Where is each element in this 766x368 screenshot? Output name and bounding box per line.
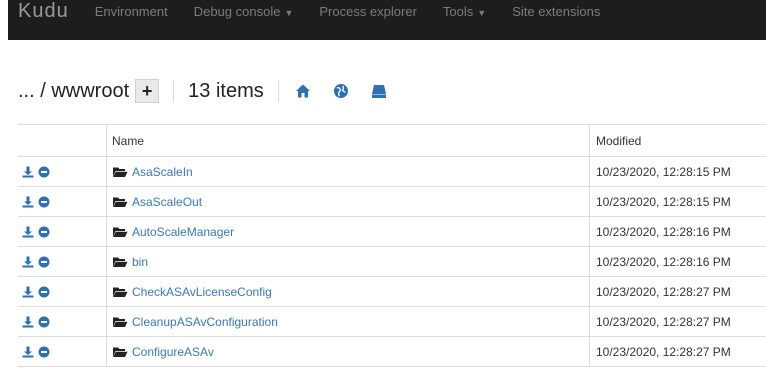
folder-link[interactable]: AutoScaleManager (132, 225, 234, 239)
folder-link[interactable]: AsaScaleIn (132, 165, 193, 179)
modified-cell: 10/23/2020, 12:28:27 PM (589, 337, 766, 366)
name-cell: AutoScaleManager (106, 217, 592, 246)
folder-open-icon (113, 287, 128, 297)
table-row: ConfigureASAv 10/23/2020, 12:28:27 PM (18, 337, 766, 367)
modified-timestamp: 10/23/2020, 12:28:27 PM (596, 314, 731, 329)
nav-debug-console[interactable]: Debug console ▼ (194, 4, 294, 21)
home-icon[interactable] (295, 83, 311, 99)
caret-down-icon: ▼ (477, 8, 487, 18)
row-actions (18, 157, 110, 186)
drive-icon[interactable] (371, 83, 387, 99)
name-cell: AsaScaleIn (106, 157, 592, 186)
modified-cell: 10/23/2020, 12:28:16 PM (589, 217, 766, 246)
table-row: AsaScaleIn 10/23/2020, 12:28:15 PM (18, 157, 766, 187)
download-icon[interactable] (22, 256, 34, 268)
nav-site-extensions-label: Site extensions (512, 4, 601, 19)
minus-circle-icon[interactable] (38, 316, 50, 328)
name-cell: CheckASAvLicenseConfig (106, 277, 592, 306)
folder-open-icon (113, 257, 128, 267)
nav-environment[interactable]: Environment (95, 4, 168, 20)
caret-down-icon: ▼ (284, 8, 294, 18)
folder-open-icon (113, 197, 128, 207)
download-icon[interactable] (22, 226, 34, 238)
row-actions (18, 337, 110, 366)
folder-open-icon (113, 347, 128, 357)
row-actions (18, 247, 110, 276)
download-icon[interactable] (22, 316, 34, 328)
name-cell: ConfigureASAv (106, 337, 592, 366)
modified-cell: 10/23/2020, 12:28:27 PM (589, 307, 766, 336)
download-icon[interactable] (22, 346, 34, 358)
minus-circle-icon[interactable] (38, 256, 50, 268)
name-column-header[interactable]: Name (106, 125, 592, 156)
folder-link[interactable]: bin (132, 255, 148, 269)
actions-column-header (18, 125, 110, 156)
download-icon[interactable] (22, 286, 34, 298)
modified-timestamp: 10/23/2020, 12:28:15 PM (596, 194, 731, 209)
table-row: bin 10/23/2020, 12:28:16 PM (18, 247, 766, 277)
folder-open-icon (113, 167, 128, 177)
nav-tools-label: Tools (442, 4, 474, 19)
table-row: AsaScaleOut 10/23/2020, 12:28:15 PM (18, 187, 766, 217)
divider (277, 80, 279, 102)
add-button[interactable]: + (135, 79, 160, 103)
nav-process-explorer-label: Process explorer (319, 4, 417, 19)
path-bar: ... / wwwroot + 13 items (18, 76, 387, 106)
nav-debug-console-label: Debug console (193, 4, 281, 19)
folder-link[interactable]: CleanupASAvConfiguration (132, 315, 278, 329)
modified-column-header[interactable]: Modified (589, 125, 766, 156)
modified-timestamp: 10/23/2020, 12:28:27 PM (596, 344, 731, 359)
nav-site-extensions[interactable]: Site extensions (512, 4, 600, 20)
row-actions (18, 217, 110, 246)
row-actions (18, 277, 110, 306)
table-row: AutoScaleManager 10/23/2020, 12:28:16 PM (18, 217, 766, 247)
top-navbar: Kudu Environment Debug console ▼ Process … (8, 0, 766, 40)
modified-timestamp: 10/23/2020, 12:28:27 PM (596, 284, 731, 299)
name-cell: bin (106, 247, 592, 276)
modified-cell: 10/23/2020, 12:28:15 PM (589, 157, 766, 186)
modified-cell: 10/23/2020, 12:28:27 PM (589, 277, 766, 306)
minus-circle-icon[interactable] (38, 166, 50, 178)
name-cell: AsaScaleOut (106, 187, 592, 216)
modified-cell: 10/23/2020, 12:28:15 PM (589, 187, 766, 216)
folder-open-icon (113, 317, 128, 327)
modified-timestamp: 10/23/2020, 12:28:16 PM (596, 224, 731, 239)
nav-tools[interactable]: Tools ▼ (443, 4, 486, 21)
modified-timestamp: 10/23/2020, 12:28:16 PM (596, 254, 731, 269)
folder-link[interactable]: AsaScaleOut (132, 195, 202, 209)
table-header: Name Modified (18, 125, 766, 157)
item-count: 13 items (188, 79, 264, 102)
row-actions (18, 307, 110, 336)
download-icon[interactable] (22, 196, 34, 208)
table-row: CheckASAvLicenseConfig 10/23/2020, 12:28… (18, 277, 766, 307)
nav-environment-label: Environment (94, 4, 168, 19)
name-cell: CleanupASAvConfiguration (106, 307, 592, 336)
divider (173, 80, 175, 102)
minus-circle-icon[interactable] (38, 346, 50, 358)
modified-timestamp: 10/23/2020, 12:28:15 PM (596, 164, 731, 179)
breadcrumb[interactable]: ... / wwwroot (18, 80, 129, 103)
download-icon[interactable] (22, 166, 34, 178)
minus-circle-icon[interactable] (38, 286, 50, 298)
folder-link[interactable]: ConfigureASAv (132, 345, 214, 359)
file-table: Name Modified AsaScaleIn 10/23/2020, 12:… (18, 124, 766, 367)
folder-open-icon (113, 227, 128, 237)
brand-logo[interactable]: Kudu (18, 1, 69, 22)
minus-circle-icon[interactable] (38, 226, 50, 238)
modified-cell: 10/23/2020, 12:28:16 PM (589, 247, 766, 276)
folder-link[interactable]: CheckASAvLicenseConfig (132, 285, 272, 299)
row-actions (18, 187, 110, 216)
globe-icon[interactable] (333, 83, 349, 99)
nav-process-explorer[interactable]: Process explorer (319, 4, 417, 20)
table-row: CleanupASAvConfiguration 10/23/2020, 12:… (18, 307, 766, 337)
minus-circle-icon[interactable] (38, 196, 50, 208)
